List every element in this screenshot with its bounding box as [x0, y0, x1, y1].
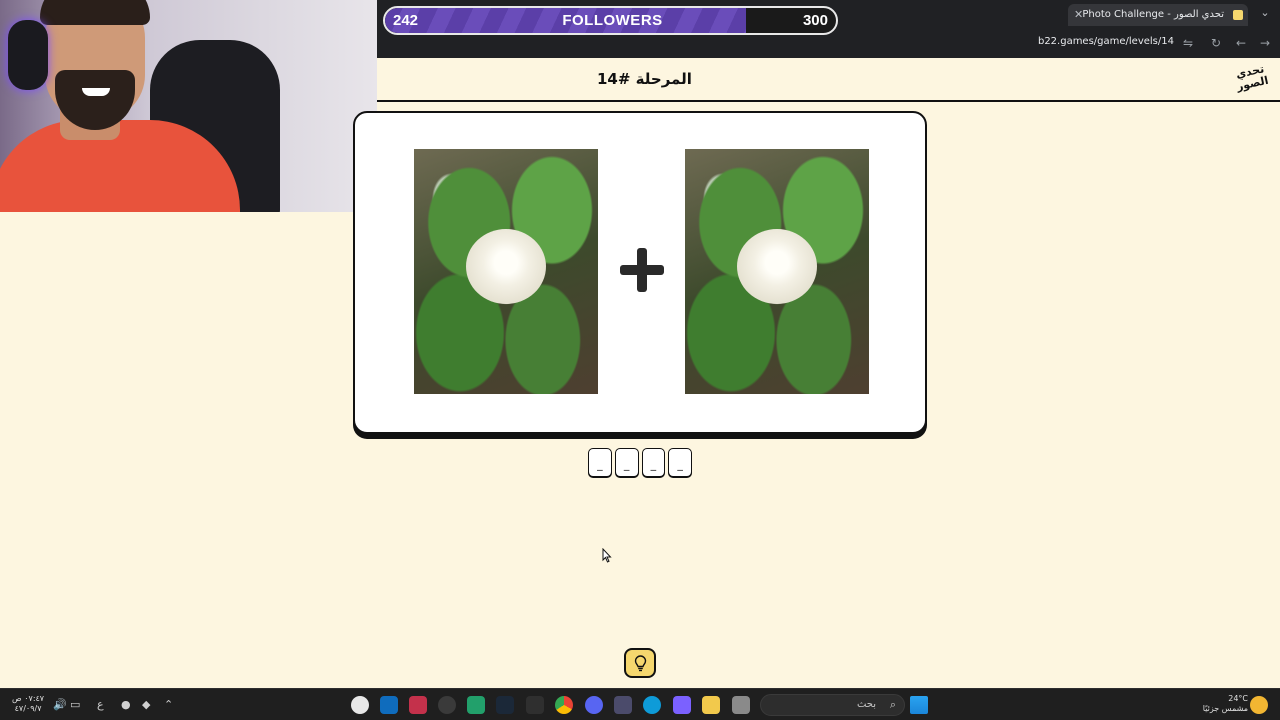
- hint-button[interactable]: [624, 648, 656, 678]
- discord-icon[interactable]: [585, 696, 603, 714]
- site-settings-icon[interactable]: ⇋: [1180, 35, 1196, 51]
- network-icon[interactable]: ▭: [70, 698, 80, 711]
- weather-condition: مشمس جزئيًا: [1202, 704, 1248, 713]
- forward-button[interactable]: ←: [1233, 35, 1249, 51]
- streamer-hair: [40, 0, 150, 25]
- followers-label: FOLLOWERS: [562, 12, 663, 29]
- clock-date: ٤٧/٠٩/٧: [14, 704, 42, 713]
- store-icon[interactable]: [614, 696, 632, 714]
- adobe-icon[interactable]: [409, 696, 427, 714]
- obs-icon[interactable]: [351, 696, 369, 714]
- followers-goal: 300: [802, 12, 828, 29]
- settings-app-icon[interactable]: [438, 696, 456, 714]
- chrome-icon[interactable]: [555, 696, 573, 714]
- puzzle-photo-left: [414, 149, 598, 394]
- edge-icon[interactable]: [643, 696, 661, 714]
- tray-app-icon[interactable]: ◆: [142, 698, 150, 711]
- puzzle-card: [353, 111, 927, 434]
- answer-slot[interactable]: _: [668, 448, 692, 477]
- copilot-icon[interactable]: [673, 696, 691, 714]
- streamer-smile: [82, 88, 110, 96]
- game-app-icon[interactable]: [467, 696, 485, 714]
- outlook-icon[interactable]: [380, 696, 398, 714]
- windows-taskbar: ٠٧:٤٧ ص ٤٧/٠٩/٧ 🔊 ▭ ع ● ◆ ⌃ بحث ⌕ 24°C م…: [0, 688, 1280, 720]
- jasmine-flower: [466, 229, 546, 304]
- plus-icon: [620, 248, 664, 292]
- clock[interactable]: ٠٧:٤٧ ص ٤٧/٠٩/٧: [12, 694, 44, 714]
- weather-widget[interactable]: 24°C مشمس جزئيًا: [1203, 694, 1248, 714]
- tray-overflow-icon[interactable]: ⌃: [164, 698, 173, 711]
- mouse-cursor-icon: [602, 548, 612, 563]
- file-explorer-icon[interactable]: [702, 696, 720, 714]
- tab-title: Photo Challenge - تحدي الصور: [1082, 9, 1224, 20]
- headset-icon: [8, 20, 48, 90]
- tab-list-button[interactable]: ⌄: [1256, 4, 1274, 22]
- level-title: المرحلة #14: [597, 70, 692, 88]
- url-text[interactable]: b22.games/game/levels/14: [1038, 36, 1174, 47]
- answer-slot[interactable]: _: [614, 448, 639, 477]
- tab-active[interactable]: ✕ Photo Challenge - تحدي الصور: [1068, 4, 1248, 26]
- microphone-icon[interactable]: ●: [121, 698, 131, 711]
- game-header: المرحلة #14 تحدي الصور: [377, 58, 1280, 102]
- weather-sun-icon: [1250, 696, 1268, 714]
- answer-slots: _ _ _ _: [588, 448, 692, 477]
- task-view-icon[interactable]: [732, 696, 750, 714]
- reload-button[interactable]: ↻: [1208, 35, 1224, 51]
- answer-slot[interactable]: _: [588, 448, 612, 477]
- answer-slot[interactable]: _: [641, 448, 666, 477]
- puzzle-photo-right: [685, 149, 869, 394]
- volume-icon[interactable]: 🔊: [53, 698, 67, 711]
- steam-icon[interactable]: [496, 696, 514, 714]
- weather-temperature: 24°C: [1228, 694, 1248, 703]
- taskbar-search[interactable]: بحث ⌕: [760, 694, 905, 716]
- search-icon: ⌕: [889, 698, 896, 711]
- game-logo[interactable]: تحدي الصور: [1231, 62, 1272, 100]
- jasmine-flower: [737, 229, 817, 304]
- followers-current: 242: [393, 12, 419, 29]
- start-icon[interactable]: [910, 696, 928, 714]
- epic-games-icon[interactable]: [526, 696, 544, 714]
- lightbulb-icon: [634, 655, 647, 672]
- back-button[interactable]: →: [1257, 35, 1273, 51]
- search-placeholder: بحث: [856, 699, 876, 710]
- webcam-overlay: [0, 0, 377, 212]
- tab-close-icon[interactable]: ✕: [1074, 4, 1083, 26]
- language-indicator[interactable]: ع: [97, 698, 104, 711]
- tab-favicon-icon: [1233, 10, 1243, 20]
- clock-time: ٠٧:٤٧ ص: [12, 694, 45, 703]
- followers-progress-bar: FOLLOWERS 242 300: [383, 6, 838, 35]
